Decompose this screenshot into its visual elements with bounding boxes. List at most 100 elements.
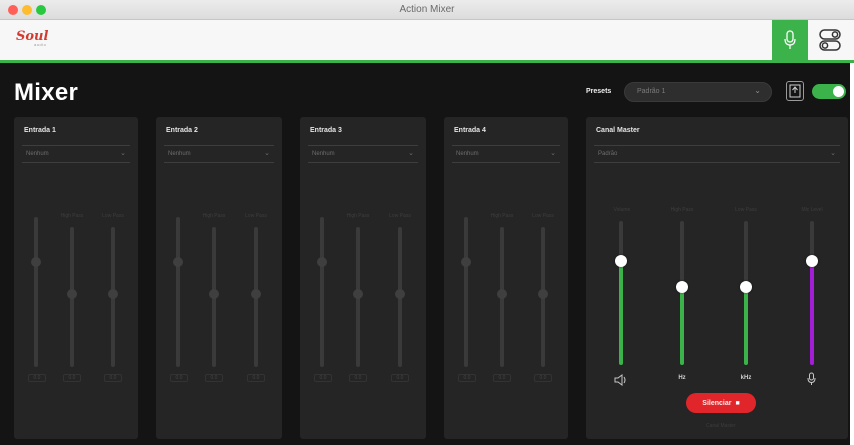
fader-value: 0.0 <box>534 374 552 382</box>
window-titlebar: Action Mixer <box>0 0 854 20</box>
toggle-switches-icon <box>819 29 841 51</box>
window-edge <box>850 63 854 445</box>
channel-source-select[interactable]: Nenhum ⌄ <box>308 145 418 163</box>
fader-label: Low Pass <box>245 213 267 219</box>
microphone-icon <box>784 30 796 49</box>
fader-value: 0.0 <box>170 374 188 382</box>
chevron-down-icon: ⌄ <box>408 150 414 157</box>
master-volume-fader-thumb[interactable] <box>615 255 627 267</box>
speaker-icon <box>612 373 630 387</box>
channel-title: Entrada 3 <box>310 127 342 134</box>
fader-label: High Pass <box>346 213 370 219</box>
highpass-value: Hz <box>678 375 686 381</box>
fader-label: High Pass <box>202 213 226 219</box>
chevron-down-icon: ⌄ <box>550 150 556 157</box>
master-title: Canal Master <box>596 127 640 134</box>
fader-label: High Pass <box>670 207 694 213</box>
fader-value: 0.0 <box>349 374 367 382</box>
chevron-down-icon: ⌄ <box>830 150 836 157</box>
fader-value: 0.0 <box>314 374 332 382</box>
toggle-knob <box>833 86 844 97</box>
highpass-fader-thumb[interactable] <box>67 289 77 299</box>
fader-label: High Pass <box>60 213 84 219</box>
chevron-down-icon: ⌄ <box>754 86 761 95</box>
master-mic-fader-thumb[interactable] <box>806 255 818 267</box>
fader-label: Low Pass <box>102 213 124 219</box>
channel-title: Entrada 1 <box>24 127 56 134</box>
microphone-tab[interactable] <box>772 20 808 60</box>
channel-card-3: Entrada 3 Nenhum ⌄ High Pass Low Pass 0.… <box>300 117 426 439</box>
volume-fader-thumb[interactable] <box>31 257 41 267</box>
volume-fader-thumb[interactable] <box>317 257 327 267</box>
mixer-enable-toggle[interactable] <box>812 84 846 99</box>
stop-icon: ■ <box>735 399 740 407</box>
page-title: Mixer <box>14 79 79 106</box>
channel-card-2: Entrada 2 Nenhum ⌄ High Pass Low Pass 0.… <box>156 117 282 439</box>
chevron-down-icon: ⌄ <box>264 150 270 157</box>
mixer-panel: Mixer Presets Padrão 1 ⌄ Entrada 1 Nenhu… <box>0 63 854 445</box>
volume-fader-thumb[interactable] <box>173 257 183 267</box>
channel-source-value: Nenhum <box>312 151 335 157</box>
channel-source-select[interactable]: Nenhum ⌄ <box>452 145 560 163</box>
fader-value: 0.0 <box>205 374 223 382</box>
highpass-fader-thumb[interactable] <box>497 289 507 299</box>
master-highpass-fader-thumb[interactable] <box>676 281 688 293</box>
lowpass-value: kHz <box>740 375 752 381</box>
lowpass-fader-thumb[interactable] <box>538 289 548 299</box>
master-source-select[interactable]: Padrão ⌄ <box>594 145 840 163</box>
lowpass-fader-thumb[interactable] <box>108 289 118 299</box>
channel-source-value: Nenhum <box>456 151 479 157</box>
channel-source-select[interactable]: Nenhum ⌄ <box>22 145 130 163</box>
master-mic-fader-fill <box>810 261 814 365</box>
fader-value: 0.0 <box>493 374 511 382</box>
fader-value: 0.0 <box>391 374 409 382</box>
fader-label: High Pass <box>490 213 514 219</box>
channel-source-select[interactable]: Nenhum ⌄ <box>164 145 274 163</box>
presets-label: Presets <box>586 88 612 95</box>
chevron-down-icon: ⌄ <box>120 150 126 157</box>
highpass-fader-thumb[interactable] <box>353 289 363 299</box>
presets-value: Padrão 1 <box>637 88 666 95</box>
master-channel-card: Canal Master Padrão ⌄ Volume High Pass L… <box>586 117 848 439</box>
fader-value: 0.0 <box>28 374 46 382</box>
fader-label: Low Pass <box>532 213 554 219</box>
window-title: Action Mixer <box>399 4 455 15</box>
channel-card-1: Entrada 1 Nenhum ⌄ High Pass Low Pass 0.… <box>14 117 138 439</box>
fader-label: Low Pass <box>735 207 757 213</box>
mute-button-label: Silenciar <box>702 399 732 407</box>
volume-fader-track[interactable] <box>34 217 38 367</box>
save-preset-icon <box>789 84 801 98</box>
fader-label: Volume <box>613 207 631 213</box>
master-footer-label: Canal Master <box>706 423 736 429</box>
app-header: Soul audio <box>0 20 854 60</box>
app-logo: Soul audio <box>16 29 49 47</box>
volume-fader-track[interactable] <box>320 217 324 367</box>
routing-button[interactable] <box>816 26 844 54</box>
channel-source-value: Nenhum <box>168 151 191 157</box>
channel-source-value: Nenhum <box>26 151 49 157</box>
channel-title: Entrada 2 <box>166 127 198 134</box>
master-source-value: Padrão <box>598 151 618 157</box>
master-lowpass-fader-fill <box>744 287 748 365</box>
master-lowpass-fader-thumb[interactable] <box>740 281 752 293</box>
fader-value: 0.0 <box>247 374 265 382</box>
fader-value: 0.0 <box>458 374 476 382</box>
fader-label: Mic Level <box>801 207 823 213</box>
fader-value: 0.0 <box>63 374 81 382</box>
master-volume-fader-fill <box>619 261 623 365</box>
microphone-icon <box>804 371 818 387</box>
channel-card-4: Entrada 4 Nenhum ⌄ High Pass Low Pass 0.… <box>444 117 568 439</box>
channel-title: Entrada 4 <box>454 127 486 134</box>
mute-master-button[interactable]: Silenciar ■ <box>686 393 756 413</box>
presets-dropdown[interactable]: Padrão 1 ⌄ <box>624 82 772 102</box>
highpass-fader-thumb[interactable] <box>209 289 219 299</box>
master-highpass-fader-fill <box>680 287 684 365</box>
lowpass-fader-thumb[interactable] <box>251 289 261 299</box>
lowpass-fader-thumb[interactable] <box>395 289 405 299</box>
fader-value: 0.0 <box>104 374 122 382</box>
save-preset-button[interactable] <box>786 81 804 101</box>
volume-fader-track[interactable] <box>176 217 180 367</box>
volume-fader-thumb[interactable] <box>461 257 471 267</box>
volume-fader-track[interactable] <box>464 217 468 367</box>
fader-label: Low Pass <box>389 213 411 219</box>
